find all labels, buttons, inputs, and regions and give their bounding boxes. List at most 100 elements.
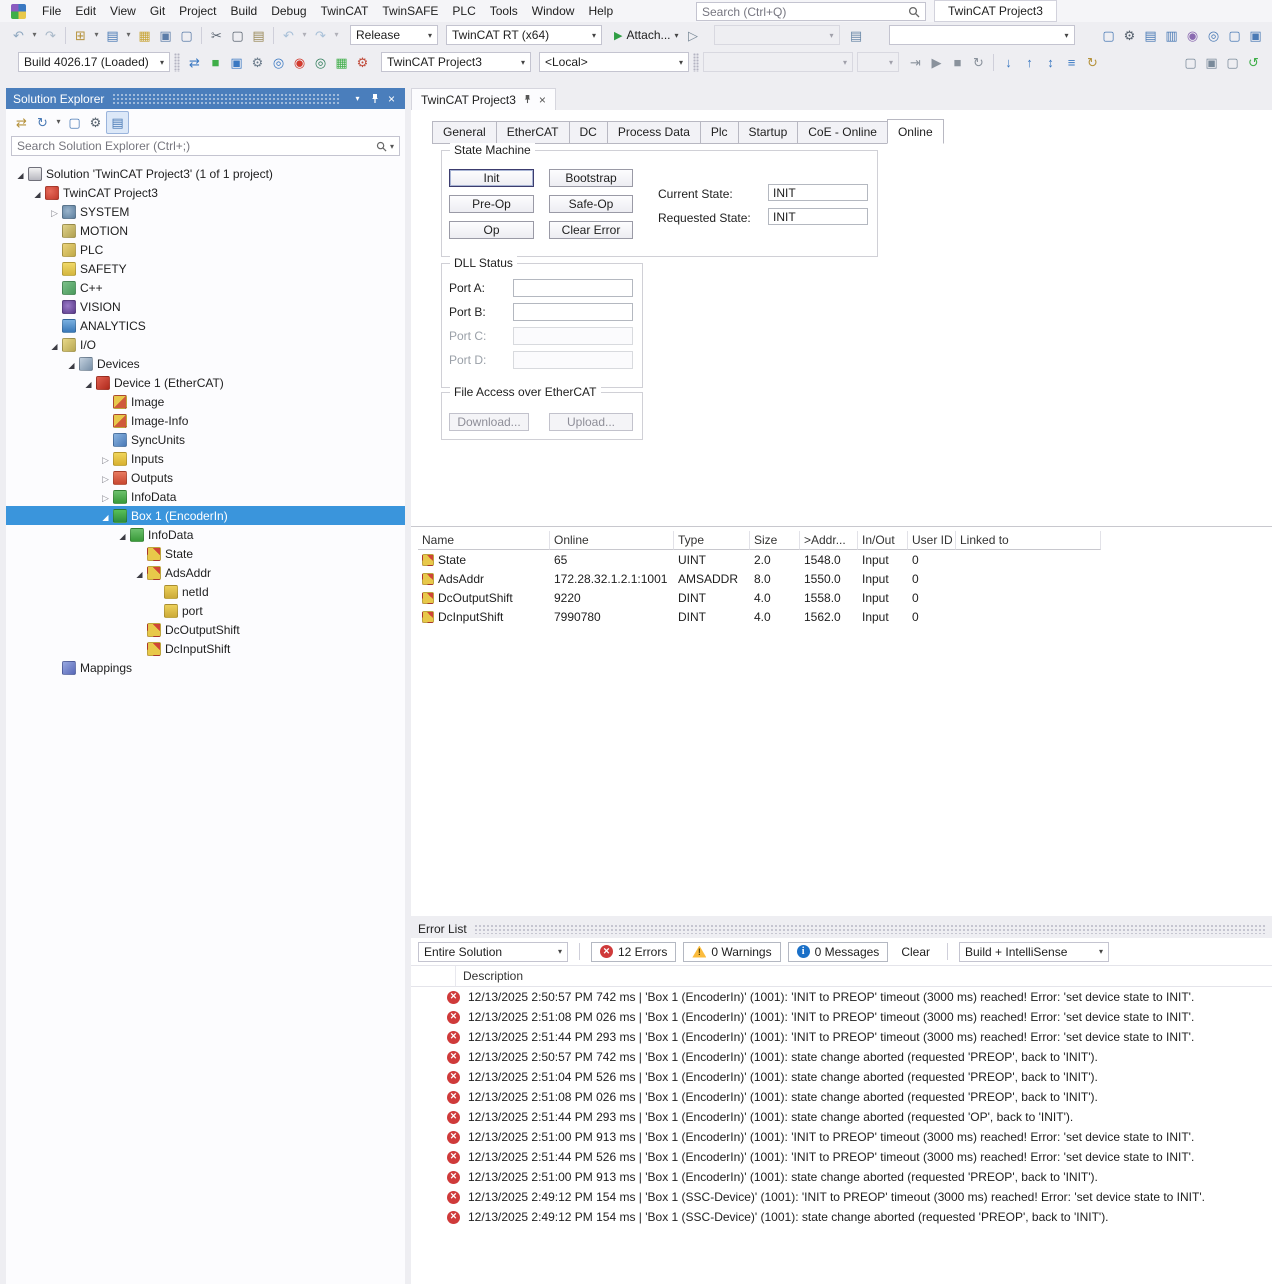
grid-column-header[interactable]: Linked to: [956, 531, 1101, 550]
reload-icon[interactable]: ↺: [1243, 52, 1264, 73]
nav-forward-icon[interactable]: ↷: [40, 25, 61, 46]
error-row[interactable]: 12/13/2025 2:51:08 PM 026 ms | 'Box 1 (E…: [411, 1007, 1272, 1027]
menu-item[interactable]: View: [103, 1, 143, 21]
port-status-field[interactable]: [513, 303, 633, 321]
editor-tab[interactable]: Process Data: [607, 121, 701, 144]
grid-column-header[interactable]: Name: [418, 531, 550, 550]
expander-icon[interactable]: [14, 167, 27, 181]
expander-icon[interactable]: [99, 490, 112, 504]
search-scope-icon[interactable]: ◎: [1203, 25, 1224, 46]
close-icon[interactable]: ×: [383, 90, 400, 107]
collapse-all-icon[interactable]: ▢: [64, 112, 85, 133]
grid-row[interactable]: DcInputShift 7990780 DINT 4.0 1562.0 Inp…: [418, 607, 1114, 626]
pending-changes-icon[interactable]: ↻: [32, 112, 53, 133]
clear-button[interactable]: Clear: [895, 943, 936, 961]
monitors-icon[interactable]: ▣: [1245, 25, 1266, 46]
warnings-filter-button[interactable]: 0 Warnings: [683, 942, 780, 962]
monitor-icon[interactable]: ▢: [1224, 25, 1245, 46]
copy-icon[interactable]: ▢: [227, 25, 248, 46]
undo-menu[interactable]: ▾: [299, 25, 310, 46]
editor-tab[interactable]: EtherCAT: [496, 121, 570, 144]
error-scope-combo[interactable]: Entire Solution ▾: [418, 942, 568, 962]
tree-item[interactable]: AdsAddr: [6, 563, 405, 582]
current-state-value[interactable]: INIT: [768, 184, 868, 201]
solution-search-input[interactable]: Search Solution Explorer (Ctrl+;) ▾: [11, 136, 400, 156]
menu-item[interactable]: Git: [143, 1, 172, 21]
grid-column-header[interactable]: User ID: [908, 531, 956, 550]
editor-tab[interactable]: General: [432, 121, 497, 144]
port-status-field[interactable]: [513, 351, 633, 369]
error-row[interactable]: 12/13/2025 2:51:44 PM 293 ms | 'Box 1 (E…: [411, 1107, 1272, 1127]
menu-item[interactable]: Project: [172, 1, 223, 21]
editor-tab[interactable]: CoE - Online: [797, 121, 888, 144]
save-all-icon[interactable]: ▢: [176, 25, 197, 46]
matlab-icon[interactable]: ■: [205, 52, 226, 73]
expander-icon[interactable]: [48, 338, 61, 352]
error-row[interactable]: 12/13/2025 2:50:57 PM 742 ms | 'Box 1 (E…: [411, 987, 1272, 1007]
paste-icon[interactable]: ▤: [248, 25, 269, 46]
grid-column-header[interactable]: In/Out: [858, 531, 908, 550]
error-row[interactable]: 12/13/2025 2:51:08 PM 026 ms | 'Box 1 (E…: [411, 1087, 1272, 1107]
redo-menu[interactable]: ▾: [331, 25, 342, 46]
add-item-icon[interactable]: ▤: [102, 25, 123, 46]
grid-row[interactable]: AdsAddr 172.28.32.1.2.1:1001 AMSADDR 8.0…: [418, 569, 1114, 588]
call-stack-icon[interactable]: ≡: [1061, 52, 1082, 73]
tree-item[interactable]: Outputs: [6, 468, 405, 487]
menu-item[interactable]: Window: [525, 1, 582, 21]
menu-item[interactable]: Build: [224, 1, 265, 21]
frames-icon-2[interactable]: ▣: [1201, 52, 1222, 73]
editor-tab[interactable]: Startup: [738, 121, 799, 144]
tree-item[interactable]: netId: [6, 582, 405, 601]
tree-item[interactable]: InfoData: [6, 487, 405, 506]
grid-column-header[interactable]: Size: [750, 531, 800, 550]
tree-item[interactable]: Image: [6, 392, 405, 411]
menu-item[interactable]: TwinCAT: [314, 1, 376, 21]
grid-row[interactable]: DcOutputShift 9220 DINT 4.0 1558.0 Input…: [418, 588, 1114, 607]
frames-icon-3[interactable]: ▢: [1222, 52, 1243, 73]
tree-item[interactable]: SYSTEM: [6, 202, 405, 221]
expander-icon[interactable]: [65, 357, 78, 371]
tree-item[interactable]: Solution 'TwinCAT Project3' (1 of 1 proj…: [6, 164, 405, 183]
expander-icon[interactable]: [82, 376, 95, 390]
error-row[interactable]: 12/13/2025 2:51:44 PM 526 ms | 'Box 1 (E…: [411, 1147, 1272, 1167]
expander-icon[interactable]: [133, 566, 146, 580]
tc-gear-icon[interactable]: ⚙: [247, 52, 268, 73]
tree-item[interactable]: PLC: [6, 240, 405, 259]
port-status-field[interactable]: [513, 279, 633, 297]
nav-back-icon[interactable]: ↶: [8, 25, 29, 46]
target-system-combo[interactable]: <Local> ▾: [539, 52, 689, 72]
grid-row[interactable]: State 65 UINT 2.0 1548.0 Input 0: [418, 550, 1114, 569]
editor-tab[interactable]: DC: [569, 121, 608, 144]
init-button[interactable]: Init: [449, 169, 534, 187]
twincat-logo-icon[interactable]: ◉: [289, 52, 310, 73]
configuration-combo[interactable]: Release ▾: [350, 25, 438, 45]
cut-icon[interactable]: ✂: [206, 25, 227, 46]
close-icon[interactable]: ×: [539, 93, 546, 107]
attach-button[interactable]: ▶ Attach... ▾: [610, 24, 683, 46]
safeop-button[interactable]: Safe-Op: [549, 195, 633, 213]
tree-item[interactable]: Devices: [6, 354, 405, 373]
preview-selected-icon[interactable]: ▤: [106, 111, 129, 134]
properties-icon[interactable]: ⚙: [85, 112, 106, 133]
frames-icon-1[interactable]: ▢: [1180, 52, 1201, 73]
red-gear-icon[interactable]: ⚙: [352, 52, 373, 73]
expander-icon[interactable]: [116, 528, 129, 542]
tree-item[interactable]: State: [6, 544, 405, 563]
sync-with-active-icon[interactable]: ⇄: [11, 112, 32, 133]
tree-item[interactable]: Device 1 (EtherCAT): [6, 373, 405, 392]
quick-search-input[interactable]: Search (Ctrl+Q): [696, 2, 926, 21]
build-version-combo[interactable]: Build 4026.17 (Loaded) ▾: [18, 52, 170, 72]
restart-icon[interactable]: ↻: [968, 52, 989, 73]
description-column-header[interactable]: Description: [456, 969, 523, 983]
step-over-icon[interactable]: ↕: [1040, 52, 1061, 73]
run-icon[interactable]: ▶: [926, 52, 947, 73]
twincat-sync-icon[interactable]: ⇄: [184, 52, 205, 73]
menu-item[interactable]: TwinSAFE: [375, 1, 445, 21]
redo-icon[interactable]: ↷: [310, 25, 331, 46]
save-icon[interactable]: ▣: [155, 25, 176, 46]
error-row[interactable]: 12/13/2025 2:49:12 PM 154 ms | 'Box 1 (S…: [411, 1187, 1272, 1207]
puzzle-icon[interactable]: ▦: [331, 52, 352, 73]
port-status-field[interactable]: [513, 327, 633, 345]
step-out-icon[interactable]: ↑: [1019, 52, 1040, 73]
wrench-icon[interactable]: ⚙: [1119, 25, 1140, 46]
